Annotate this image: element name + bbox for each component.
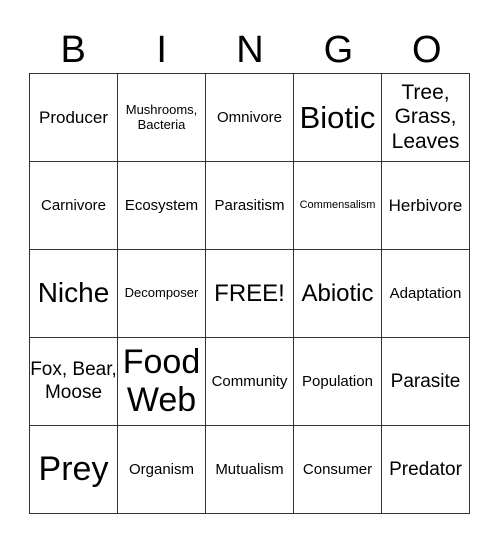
bingo-cell[interactable]: Organism xyxy=(117,425,206,514)
bingo-header: B I N G O xyxy=(29,28,471,73)
grid-row: Fox, Bear, Moose Food Web Community Popu… xyxy=(29,337,470,426)
bingo-cell[interactable]: Parasitism xyxy=(205,161,294,250)
bingo-cell[interactable]: Fox, Bear, Moose xyxy=(29,337,118,426)
bingo-cell[interactable]: Abiotic xyxy=(293,249,382,338)
bingo-cell[interactable]: Adaptation xyxy=(381,249,470,338)
bingo-cell[interactable]: Tree, Grass, Leaves xyxy=(381,73,470,162)
bingo-cell[interactable]: Herbivore xyxy=(381,161,470,250)
header-letter-i: I xyxy=(156,29,167,71)
bingo-cell[interactable]: Predator xyxy=(381,425,470,514)
bingo-cell[interactable]: Commensalism xyxy=(293,161,382,250)
bingo-cell[interactable]: Mutualism xyxy=(205,425,294,514)
grid-row: Prey Organism Mutualism Consumer Predato… xyxy=(29,425,470,514)
bingo-grid: Producer Mushrooms, Bacteria Omnivore Bi… xyxy=(29,73,470,514)
bingo-cell[interactable]: Community xyxy=(205,337,294,426)
bingo-cell[interactable]: Population xyxy=(293,337,382,426)
bingo-cell[interactable]: Parasite xyxy=(381,337,470,426)
header-letter-g: G xyxy=(323,29,354,71)
bingo-cell[interactable]: Decomposer xyxy=(117,249,206,338)
bingo-cell[interactable]: Consumer xyxy=(293,425,382,514)
header-letter-b: B xyxy=(60,29,86,71)
bingo-cell[interactable]: Mushrooms, Bacteria xyxy=(117,73,206,162)
bingo-cell[interactable]: Niche xyxy=(29,249,118,338)
header-letter-n: N xyxy=(236,29,264,71)
header-letter-o: O xyxy=(412,29,442,71)
bingo-cell[interactable]: Ecosystem xyxy=(117,161,206,250)
grid-row: Producer Mushrooms, Bacteria Omnivore Bi… xyxy=(29,73,470,162)
bingo-cell[interactable]: Producer xyxy=(29,73,118,162)
bingo-cell[interactable]: Food Web xyxy=(117,337,206,426)
free-space-cell[interactable]: FREE! xyxy=(205,249,294,338)
grid-row: Niche Decomposer FREE! Abiotic Adaptatio… xyxy=(29,249,470,338)
bingo-cell[interactable]: Carnivore xyxy=(29,161,118,250)
bingo-cell[interactable]: Omnivore xyxy=(205,73,294,162)
bingo-cell[interactable]: Biotic xyxy=(293,73,382,162)
grid-row: Carnivore Ecosystem Parasitism Commensal… xyxy=(29,161,470,250)
bingo-cell[interactable]: Prey xyxy=(29,425,118,514)
